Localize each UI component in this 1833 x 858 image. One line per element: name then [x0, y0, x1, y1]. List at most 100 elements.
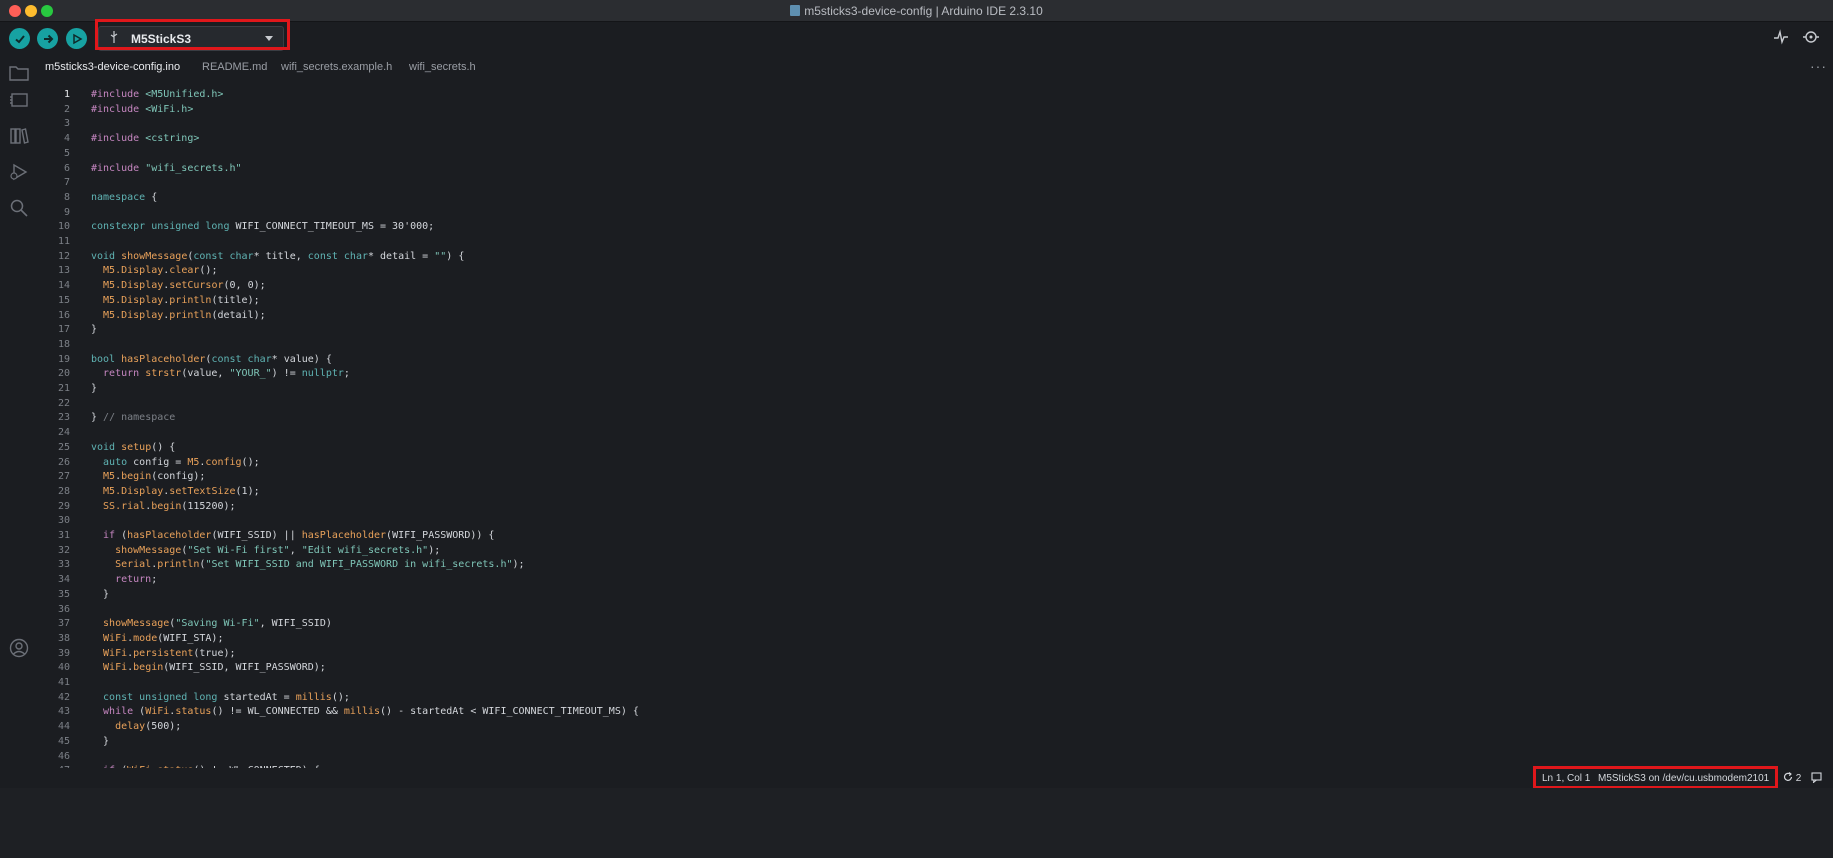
code-token: config =: [133, 456, 188, 468]
code-text: while (WiFi.status() != WL_CONNECTED && …: [91, 705, 639, 719]
verify-button[interactable]: [9, 28, 30, 49]
code-token: * title,: [253, 250, 308, 262]
code-text: M5.begin(config);: [91, 470, 205, 484]
code-token: ;: [343, 368, 350, 380]
code-token: showMessage: [91, 618, 170, 630]
line-number: 21: [57, 383, 70, 394]
code-token: "Set Wi-Fi first": [187, 544, 290, 556]
code-text: delay(500);: [91, 720, 181, 734]
notifications-indicator[interactable]: 2: [1783, 772, 1801, 784]
code-token: config: [205, 456, 242, 468]
line-number: 20: [57, 368, 70, 380]
line-number: 16: [57, 309, 70, 321]
line-number: 37: [57, 618, 70, 630]
code-token: Display: [121, 265, 164, 277]
line-number: 40: [57, 662, 70, 674]
code-token: M5.: [91, 485, 122, 497]
code-text: M5.Display.println(title);: [91, 294, 260, 308]
debug-run-icon[interactable]: [9, 163, 29, 183]
monitor-icon[interactable]: [1802, 29, 1820, 49]
line-number: 42: [57, 691, 70, 703]
line-number: 44: [57, 721, 70, 733]
plotter-icon[interactable]: [1773, 29, 1789, 49]
code-text: }: [91, 323, 97, 337]
code-token: rial: [121, 500, 146, 512]
code-token: return: [91, 368, 146, 380]
code-token: () != WL_CONNECTED &&: [211, 706, 344, 718]
code-text: }: [91, 588, 109, 602]
library-icon[interactable]: [9, 127, 29, 147]
code-token: }: [91, 735, 110, 747]
code-editor[interactable]: 1 #include <M5Unified.h> 2 #include <WiFi.h…: [38, 80, 1833, 768]
code-token: setTextSize: [169, 485, 236, 497]
code-token: (detail);: [211, 309, 266, 321]
board-manager-icon[interactable]: [9, 91, 29, 111]
code-token: auto: [91, 456, 134, 468]
code-token: if: [91, 530, 122, 541]
code-token: M5: [187, 456, 200, 468]
code-token: () {: [151, 441, 176, 453]
code-text: #include <cstring>: [91, 132, 199, 146]
code-token: #include: [91, 162, 146, 174]
code-token: ,: [289, 544, 302, 556]
tab-wifi-secrets-h[interactable]: wifi_secrets.h: [409, 61, 476, 73]
code-token: (WIFI_SSID) ||: [211, 530, 302, 541]
code-token: constexpr unsigned long: [91, 221, 236, 233]
line-number: 26: [57, 456, 70, 468]
code-token: }: [91, 324, 98, 336]
code-token: , WIFI_SSID): [259, 618, 332, 630]
code-token: println: [169, 309, 212, 321]
code-token: () - startedAt < WIFI_CONNECT_TIMEOUT_MS…: [380, 706, 639, 718]
code-text: #include <M5Unified.h>: [91, 88, 223, 102]
code-token: ();: [331, 691, 350, 703]
tab-wifi-secrets-example-h[interactable]: wifi_secrets.example.h: [281, 61, 392, 73]
code-token: status: [175, 706, 212, 718]
code-token: showMessage: [121, 250, 188, 262]
code-token: Display: [121, 309, 164, 321]
code-token: "": [434, 250, 447, 262]
code-text: return;: [91, 573, 157, 587]
code-token: SS.: [91, 500, 122, 512]
code-token: * value) {: [271, 353, 332, 365]
code-token: }: [91, 383, 98, 394]
tab-readme-md[interactable]: README.md: [202, 61, 267, 73]
code-token: hasPlaceholder: [301, 530, 387, 541]
line-number: 35: [57, 588, 70, 600]
code-text: void setup() {: [91, 441, 175, 455]
bottom-panel: [0, 788, 1833, 858]
status-bar: Ln 1, Col 1 M5StickS3 on /dev/cu.usbmode…: [0, 766, 1833, 789]
folder-icon[interactable]: [9, 64, 29, 84]
line-number: 46: [57, 750, 70, 762]
board-selector-highlight: [95, 19, 290, 50]
code-token: * detail =: [368, 250, 435, 262]
code-token: begin: [133, 662, 164, 674]
code-token: setup: [121, 441, 152, 453]
line-number: 3: [63, 118, 70, 130]
code-text: WiFi.mode(WIFI_STA);: [91, 632, 223, 646]
code-token: ();: [241, 456, 260, 468]
code-text: M5.Display.clear();: [91, 264, 217, 278]
code-text: constexpr unsigned long WIFI_CONNECT_TIM…: [91, 220, 434, 234]
code-text: showMessage("Saving Wi-Fi", WIFI_SSID): [91, 617, 332, 631]
tab-m5sticks3-device-config-ino[interactable]: m5sticks3-device-config.ino: [45, 61, 180, 73]
search-icon[interactable]: [9, 199, 29, 219]
upload-button[interactable]: [37, 28, 58, 49]
code-token: const char: [307, 250, 368, 262]
code-token: millis: [343, 706, 381, 718]
line-number: 43: [57, 706, 70, 718]
debug-button[interactable]: [66, 28, 87, 49]
line-number: 15: [57, 294, 70, 306]
line-number: 9: [63, 206, 70, 218]
code-text: return strstr(value, "YOUR_") != nullptr…: [91, 367, 350, 381]
line-number: 13: [57, 265, 70, 277]
line-number: 17: [57, 324, 70, 336]
line-number: 33: [57, 559, 70, 571]
account-icon[interactable]: [9, 638, 29, 658]
line-number: 5: [63, 147, 70, 159]
more-tabs-icon[interactable]: ···: [1810, 58, 1827, 74]
code-token: ;: [151, 574, 158, 586]
code-token: <WiFi.h>: [145, 103, 194, 115]
code-token: hasPlaceholder: [127, 530, 212, 541]
line-number: 2: [63, 103, 70, 115]
output-panel-icon[interactable]: [1811, 772, 1822, 786]
